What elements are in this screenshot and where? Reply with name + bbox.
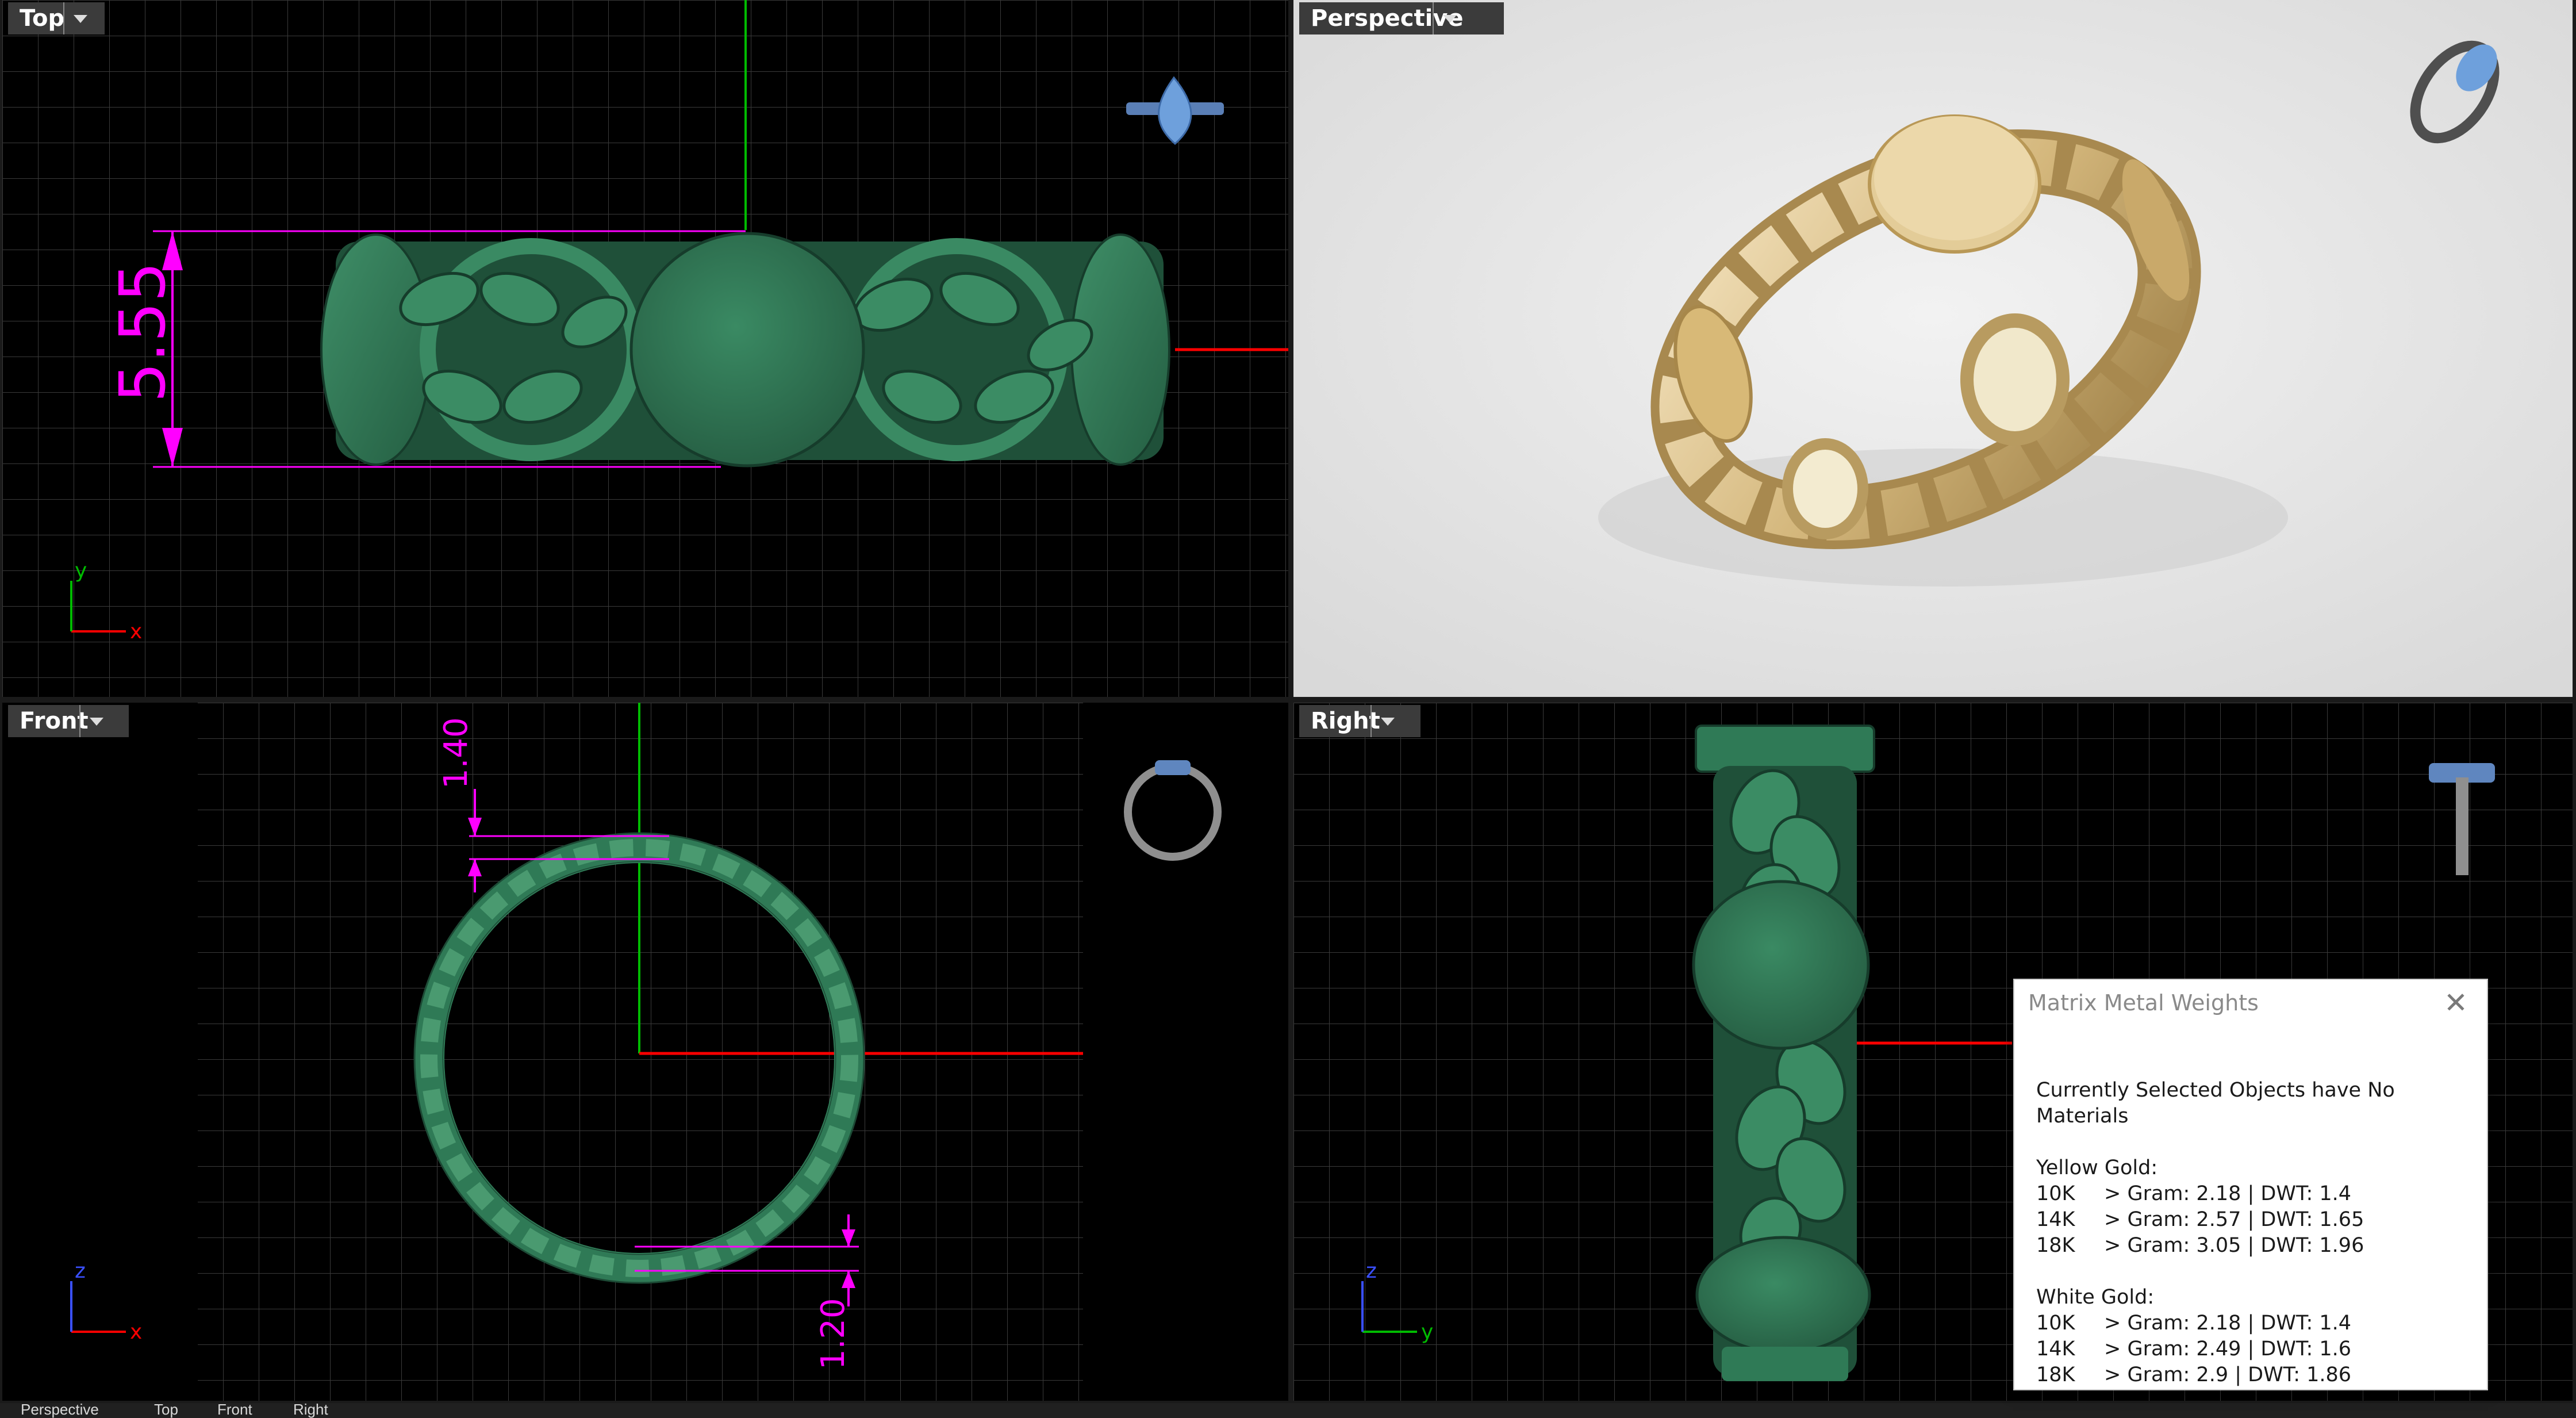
weight-row: 14K > Gram: 2.49 | DWT: 1.6 [2036,1337,2352,1360]
top-view-canvas[interactable]: 5.55 x y [2,0,1288,697]
axis-indicator: x z [70,1259,142,1344]
view-cube-icon[interactable] [1124,760,1222,861]
ring-model-top[interactable] [320,232,1170,467]
viewport-menu-front-chevron-down-icon[interactable] [79,705,113,737]
weight-row: 18K > Gram: 2.9 | DWT: 1.86 [2036,1363,2352,1386]
dimension-bottom-label: 1.20 [815,1298,852,1370]
perspective-view-canvas[interactable] [1293,0,2573,697]
viewport-menu-right-chevron-down-icon[interactable] [1370,705,1404,737]
panel-body: Currently Selected Objects have No Mater… [2036,1078,2487,1388]
viewport-title-perspective[interactable]: Perspective [1299,2,1504,35]
tab-top[interactable]: Top [154,1403,178,1418]
white-gold-label: White Gold: [2036,1286,2155,1309]
weight-row: 18K > Gram: 3.05 | DWT: 1.96 [2036,1234,2364,1257]
viewport-front[interactable]: 1.40 1.20 x z Front [2,703,1288,1401]
panel-title: Matrix Metal Weights [2028,990,2259,1015]
dimension-width-label: 5.55 [106,262,179,403]
svg-text:x: x [130,1320,142,1344]
svg-text:y: y [75,559,87,582]
svg-text:y: y [1421,1320,1433,1344]
ring-model-right[interactable] [1692,725,1875,1381]
tab-right[interactable]: Right [293,1403,328,1418]
svg-text:x: x [130,620,142,643]
close-icon[interactable]: ✕ [2439,986,2473,1020]
tab-perspective[interactable]: Perspective [21,1403,99,1418]
svg-text:z: z [75,1259,86,1283]
viewport-top[interactable]: 5.55 x y Top [2,0,1288,697]
viewport-menu-top-chevron-down-icon[interactable] [63,2,97,35]
status-text: Currently Selected Objects have No Mater… [2036,1079,2395,1128]
viewport-menu-perspective-chevron-down-icon[interactable] [1433,2,1466,35]
viewport-tab-bar: Perspective Top Front Right [0,1403,2576,1418]
yellow-gold-label: Yellow Gold: [2036,1156,2158,1179]
viewport-perspective[interactable]: Perspective [1293,0,2573,697]
svg-text:z: z [1366,1259,1377,1283]
tab-front[interactable]: Front [217,1403,252,1418]
weight-row: 10K > Gram: 2.18 | DWT: 1.4 [2036,1182,2352,1205]
weight-row: 14K > Gram: 2.57 | DWT: 1.65 [2036,1208,2364,1231]
front-view-canvas[interactable]: 1.40 1.20 x z [2,703,1288,1401]
metal-weights-panel[interactable]: Matrix Metal Weights ✕ Currently Selecte… [2013,979,2488,1390]
dimension-top-label: 1.40 [437,717,475,789]
weight-row: 10K > Gram: 2.18 | DWT: 1.4 [2036,1312,2352,1335]
